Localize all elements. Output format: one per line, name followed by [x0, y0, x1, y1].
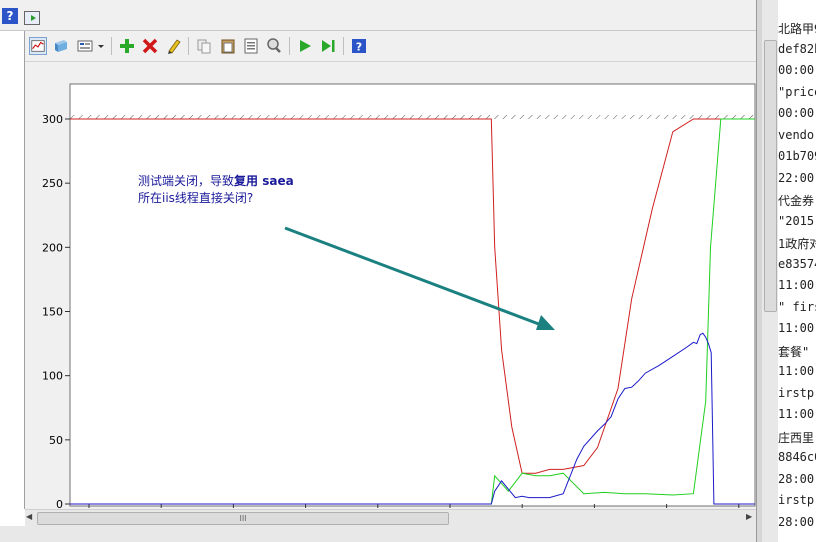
help-icon[interactable]: ? — [2, 8, 18, 24]
code-line: "price — [778, 84, 816, 99]
vertical-scroll-thumb[interactable] — [764, 40, 777, 312]
properties-icon[interactable] — [242, 37, 260, 55]
code-line: irstpr — [778, 493, 816, 507]
view-graph-icon[interactable] — [29, 37, 47, 55]
code-line: vendo — [778, 127, 815, 142]
update-icon[interactable] — [319, 37, 337, 55]
annotation-line1-suffix: saea — [258, 174, 294, 188]
annotation-text: 测试端关闭，导致复用 saea 所在iis线程直接关闭? — [138, 173, 338, 207]
code-line: 11:00" — [778, 407, 816, 421]
system-monitor: ? 300250200150100500 16:51:3516:51:4516:… — [25, 31, 760, 509]
code-line: 代金券 — [778, 194, 815, 208]
code-line: 11:00" — [778, 278, 816, 292]
code-line: 庄西里 — [778, 430, 815, 445]
code-line: 11:00" — [778, 364, 816, 378]
background-editor-text: 北路甲9 def82b 00:00" "price 00:00" vendo 01b709 2… — [778, 0, 816, 542]
scroll-left-icon[interactable]: ◀ — [26, 512, 36, 523]
y-tick-label: 200 — [42, 241, 63, 254]
view-report-icon[interactable] — [76, 37, 94, 55]
y-tick-label: 300 — [42, 113, 63, 126]
y-axis: 300 250 200 150 100 50 0 — [42, 113, 70, 509]
code-line: def82b — [778, 41, 816, 56]
highlight-icon[interactable] — [165, 37, 183, 55]
code-line: 28:00" — [778, 471, 816, 486]
dropdown-arrow-icon[interactable] — [96, 37, 106, 55]
console-tree-panel — [0, 31, 25, 509]
paste-icon[interactable] — [219, 37, 237, 55]
horizontal-scroll-thumb[interactable]: III — [37, 512, 449, 525]
code-line: e83574 — [778, 256, 816, 271]
svg-text:?: ? — [356, 41, 362, 54]
scroll-grip: III — [239, 514, 247, 523]
code-line: 22:00" — [778, 170, 816, 185]
annotation-line2: 所在iis线程直接关闭? — [138, 191, 254, 205]
plot-area — [69, 83, 756, 507]
vertical-scrollbar[interactable] — [762, 0, 778, 542]
view-histogram-icon[interactable] — [52, 37, 70, 55]
y-tick-label: 0 — [56, 498, 63, 509]
monitor-toolbar: ? — [25, 31, 760, 62]
code-line: 8846c0 — [778, 450, 816, 464]
code-line: 28:00" — [778, 514, 816, 529]
annotation-line1-bold: 复用 — [234, 174, 259, 188]
status-strip — [0, 526, 762, 542]
copy-icon[interactable] — [195, 37, 213, 55]
annotation-line1-prefix: 测试端关闭，导致 — [138, 174, 235, 188]
frame-icon[interactable] — [24, 11, 40, 25]
code-line: 00:00" — [778, 63, 816, 77]
unfreeze-icon[interactable] — [296, 37, 314, 55]
code-line: 北路甲9 — [778, 22, 816, 36]
code-line: "2015- — [778, 213, 816, 228]
add-counter-icon[interactable] — [118, 37, 136, 55]
chart-svg: 300250200150100500 16:51:3516:51:4516:51… — [42, 83, 756, 509]
help-icon[interactable]: ? — [350, 37, 368, 55]
code-line: 11:00" — [778, 321, 816, 335]
horizontal-scrollbar[interactable]: ◀ III ▶ — [25, 509, 758, 526]
code-line: 01b709 — [778, 149, 816, 163]
scroll-right-icon[interactable]: ▶ — [746, 512, 756, 523]
y-tick-label: 50 — [49, 434, 63, 447]
delete-icon[interactable] — [141, 37, 159, 55]
y-tick-label: 100 — [42, 370, 63, 383]
performance-graph: 300250200150100500 16:51:3516:51:4516:51… — [25, 62, 760, 509]
code-line: " firs — [778, 299, 816, 314]
code-line: irstpr — [778, 385, 816, 400]
code-line: 1政府对 — [778, 237, 816, 251]
code-line: 00:00" — [778, 106, 816, 120]
y-tick-label: 250 — [42, 177, 63, 190]
code-line: 套餐" f — [778, 344, 816, 359]
top-menubar: ? — [0, 0, 760, 31]
max-scale-hatch — [70, 115, 755, 119]
zoom-icon[interactable] — [265, 37, 283, 55]
y-tick-label: 150 — [42, 306, 63, 319]
